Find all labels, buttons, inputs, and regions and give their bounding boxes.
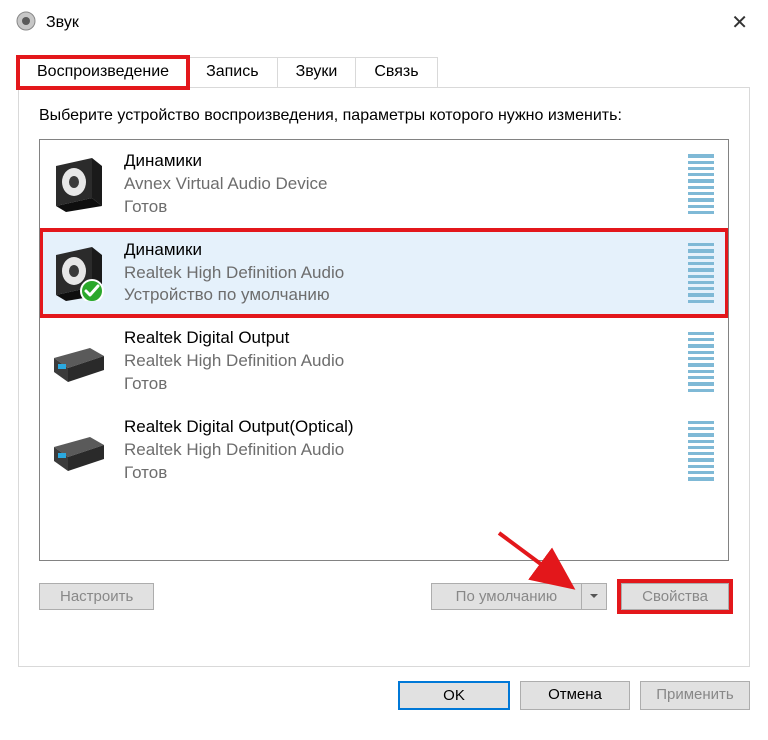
device-status: Готов <box>124 373 670 396</box>
device-item[interactable]: Динамики Avnex Virtual Audio Device Гото… <box>40 140 728 229</box>
dialog-button-row: OK Отмена Применить <box>0 667 768 710</box>
device-item[interactable]: Realtek Digital Output Realtek High Defi… <box>40 317 728 406</box>
set-default-button[interactable]: По умолчанию <box>431 583 607 610</box>
tab-sounds[interactable]: Звуки <box>277 57 357 88</box>
level-meter <box>688 421 714 481</box>
device-status: Готов <box>124 196 670 219</box>
device-name: Realtek Digital Output <box>124 327 670 350</box>
device-text: Realtek Digital Output(Optical) Realtek … <box>124 416 670 485</box>
panel-button-row: Настроить По умолчанию <box>39 583 729 610</box>
level-meter <box>688 332 714 392</box>
dropdown-caret-icon[interactable] <box>581 584 606 609</box>
tab-recording[interactable]: Запись <box>187 57 278 88</box>
device-text: Динамики Realtek High Definition Audio У… <box>124 239 670 308</box>
device-item[interactable]: Realtek Digital Output(Optical) Realtek … <box>40 406 728 495</box>
level-meter <box>688 154 714 214</box>
digital-output-icon <box>50 423 106 479</box>
level-meter <box>688 243 714 303</box>
window-title: Звук <box>46 14 79 32</box>
tab-strip: Воспроизведение Запись Звуки Связь <box>0 45 768 88</box>
device-status: Устройство по умолчанию <box>124 284 670 307</box>
device-listbox[interactable]: Динамики Avnex Virtual Audio Device Гото… <box>39 139 729 561</box>
device-text: Realtek Digital Output Realtek High Defi… <box>124 327 670 396</box>
device-description: Realtek High Definition Audio <box>124 350 670 373</box>
device-name: Realtek Digital Output(Optical) <box>124 416 670 439</box>
close-button[interactable]: ✕ <box>721 6 758 39</box>
speaker-icon <box>50 245 106 301</box>
sound-dialog: Звук ✕ Воспроизведение Запись Звуки Связ… <box>0 0 768 740</box>
app-icon <box>16 11 36 34</box>
properties-button[interactable]: Свойства <box>621 583 729 610</box>
cancel-button[interactable]: Отмена <box>520 681 630 710</box>
device-item[interactable]: Динамики Realtek High Definition Audio У… <box>40 229 728 318</box>
playback-panel: Выберите устройство воспроизведения, пар… <box>18 87 750 667</box>
device-name: Динамики <box>124 150 670 173</box>
device-description: Realtek High Definition Audio <box>124 439 670 462</box>
configure-button[interactable]: Настроить <box>39 583 154 610</box>
tab-playback[interactable]: Воспроизведение <box>18 57 188 88</box>
instruction-text: Выберите устройство воспроизведения, пар… <box>39 106 729 127</box>
ok-button[interactable]: OK <box>398 681 510 710</box>
digital-output-icon <box>50 334 106 390</box>
device-text: Динамики Avnex Virtual Audio Device Гото… <box>124 150 670 219</box>
titlebar: Звук ✕ <box>0 0 768 45</box>
tab-communications[interactable]: Связь <box>355 57 437 88</box>
device-description: Realtek High Definition Audio <box>124 262 670 285</box>
device-name: Динамики <box>124 239 670 262</box>
apply-button[interactable]: Применить <box>640 681 750 710</box>
device-status: Готов <box>124 462 670 485</box>
device-description: Avnex Virtual Audio Device <box>124 173 670 196</box>
speaker-icon <box>50 156 106 212</box>
